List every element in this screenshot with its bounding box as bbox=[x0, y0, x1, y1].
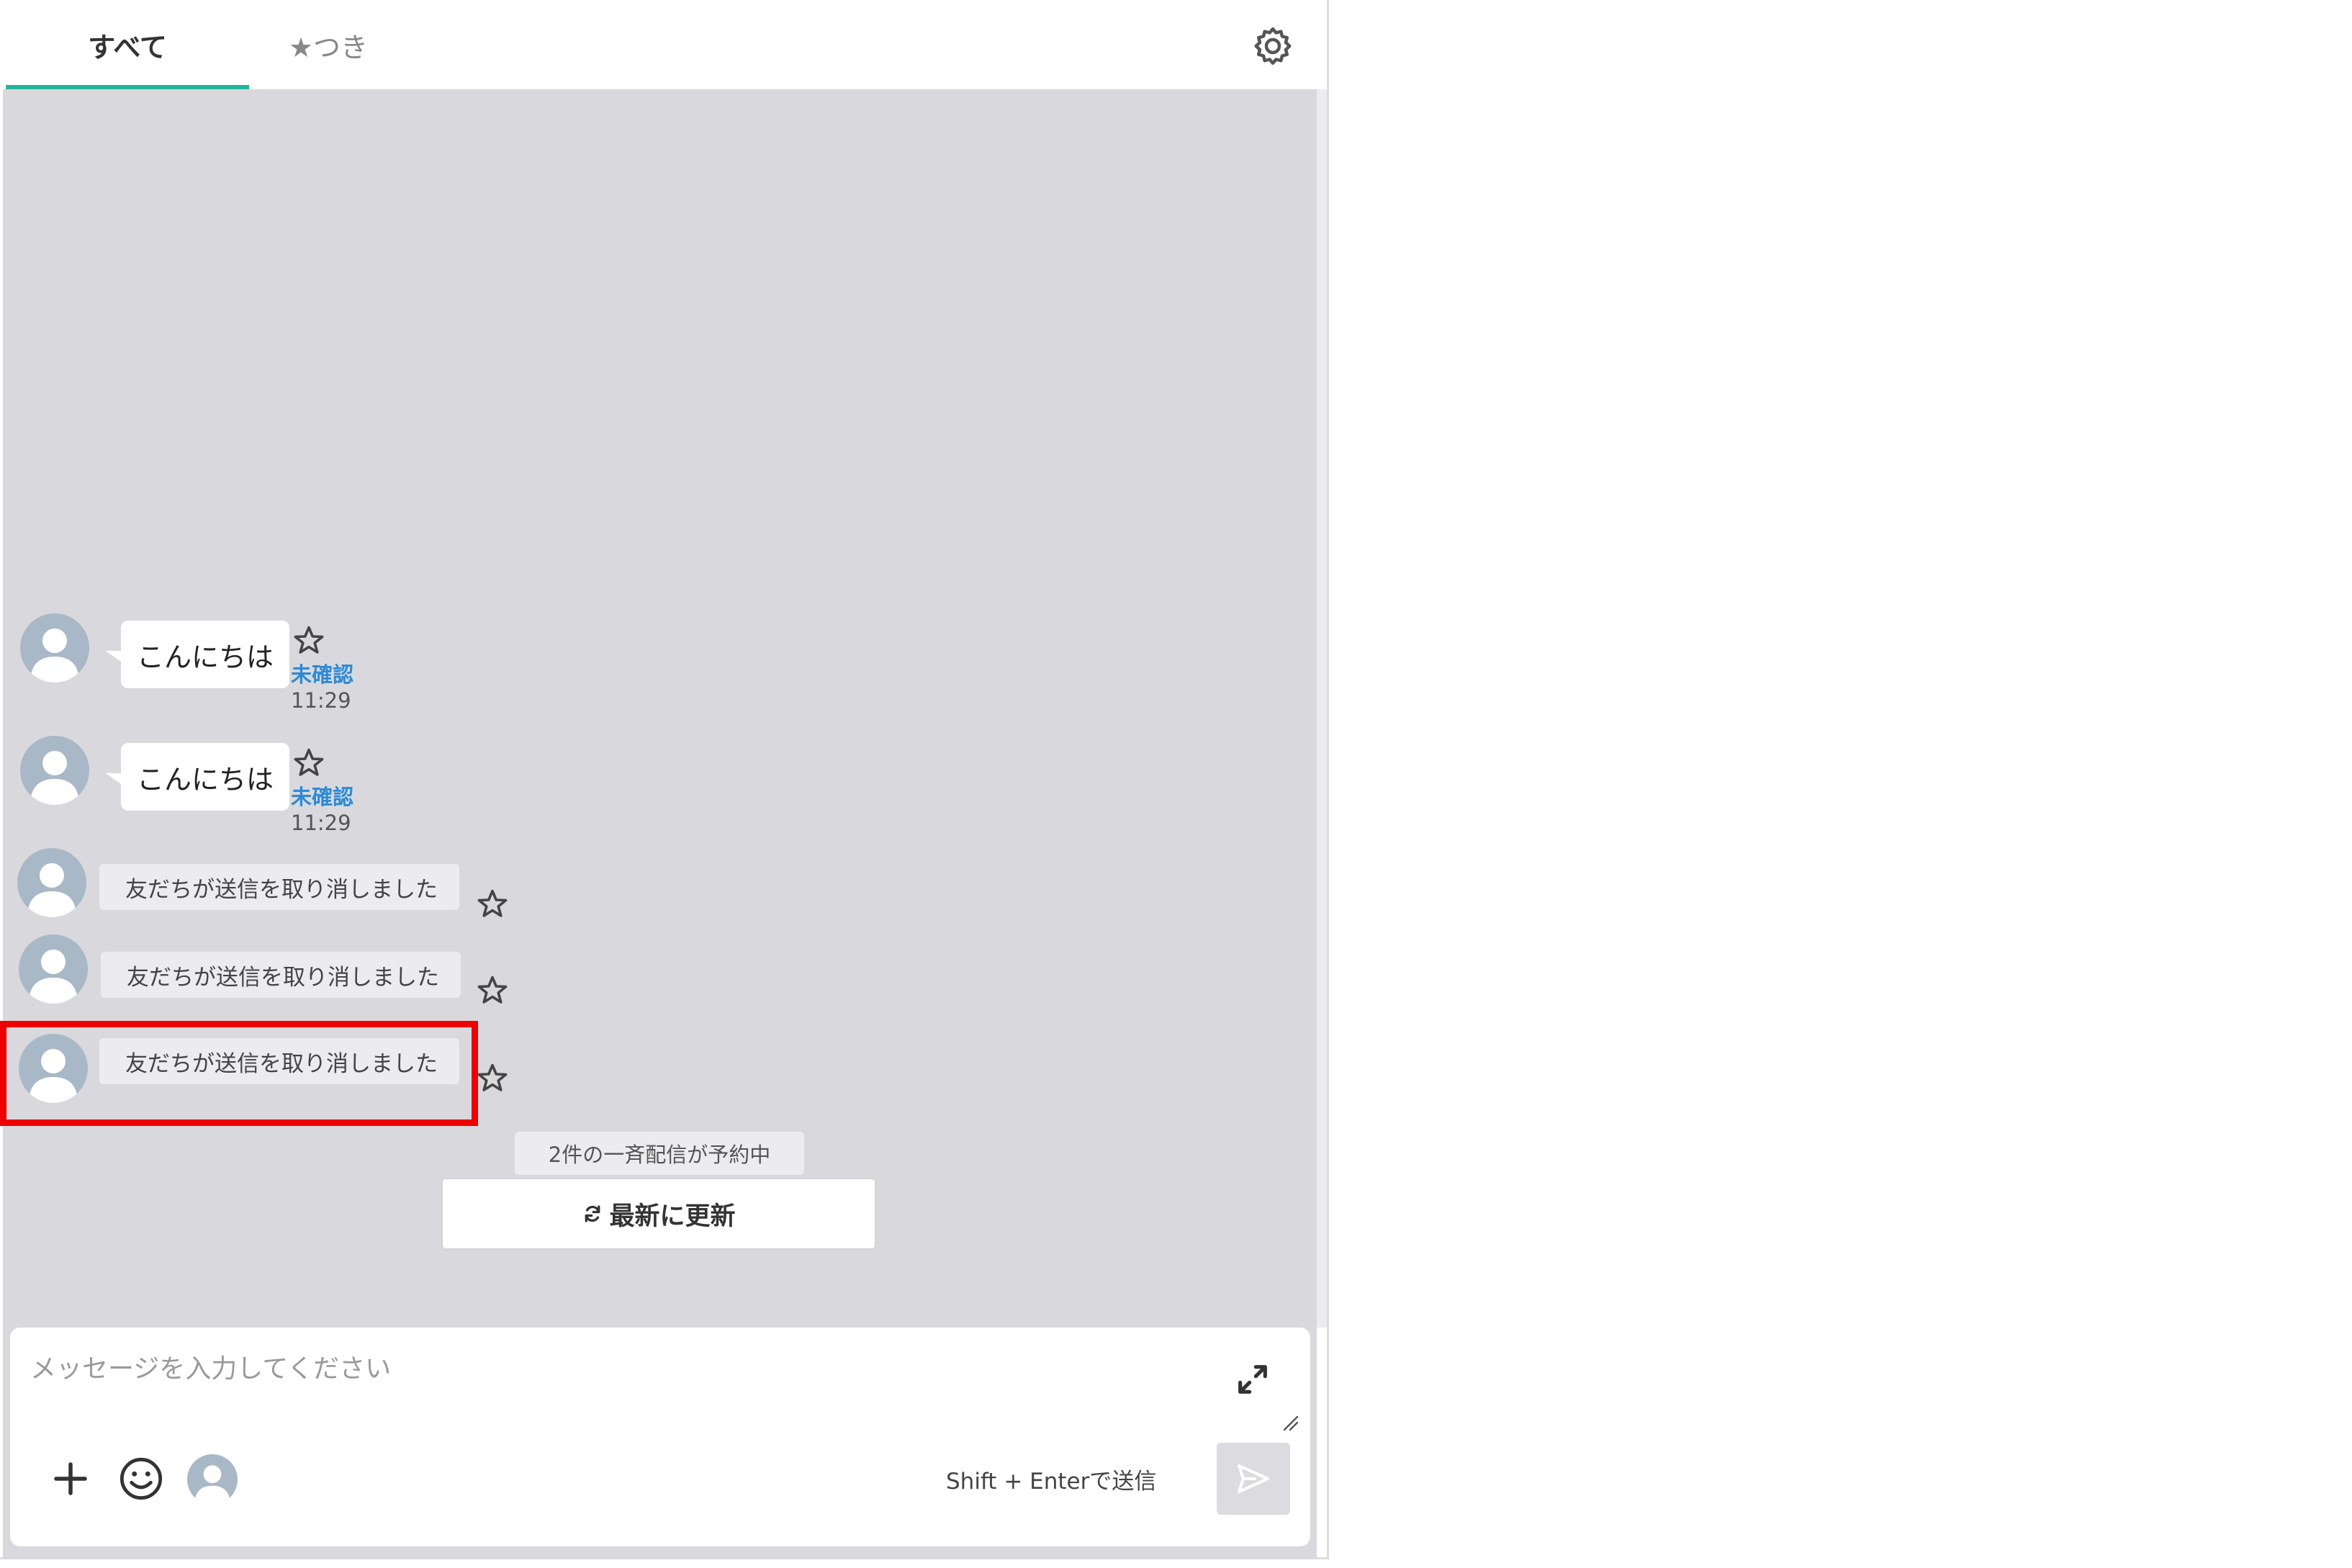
tab-starred[interactable]: ★つき bbox=[249, 0, 407, 89]
resize-handle-icon[interactable] bbox=[1281, 1414, 1299, 1431]
star-outline-icon[interactable] bbox=[292, 746, 326, 780]
message-time: 11:29 bbox=[291, 811, 351, 835]
emoji-icon[interactable] bbox=[118, 1456, 164, 1502]
retracted-message: 友だちが送信を取り消しました bbox=[99, 864, 459, 910]
retracted-message: 友だちが送信を取り消しました bbox=[101, 952, 461, 998]
message-input[interactable] bbox=[29, 1346, 1212, 1414]
read-status: 未確認 bbox=[291, 662, 354, 687]
avatar[interactable] bbox=[20, 736, 89, 805]
read-status: 未確認 bbox=[291, 785, 354, 809]
expand-icon[interactable] bbox=[1234, 1361, 1271, 1398]
scrollbar[interactable] bbox=[1317, 89, 1327, 1328]
avatar[interactable] bbox=[19, 934, 88, 1004]
tab-all[interactable]: すべて bbox=[6, 0, 249, 89]
refresh-button[interactable]: 最新に更新 bbox=[441, 1178, 876, 1250]
chat-window: すべて ★つき こんにちは 未確認 11:29 こんにちは 未確認 11:29 … bbox=[0, 0, 1329, 1559]
profile-avatar-icon[interactable] bbox=[187, 1454, 238, 1505]
send-button[interactable] bbox=[1217, 1443, 1290, 1515]
composer: Shift + Enterで送信 bbox=[10, 1328, 1310, 1546]
message-bubble[interactable]: こんにちは bbox=[121, 621, 290, 688]
star-outline-icon[interactable] bbox=[475, 887, 510, 922]
message-bubble[interactable]: こんにちは bbox=[121, 743, 290, 811]
broadcast-notice: 2件の一斉配信が予約中 bbox=[515, 1132, 804, 1175]
avatar[interactable] bbox=[20, 613, 89, 682]
star-outline-icon[interactable] bbox=[292, 623, 326, 658]
star-outline-icon[interactable] bbox=[475, 1061, 510, 1096]
refresh-label: 最新に更新 bbox=[609, 1202, 736, 1231]
send-hint: Shift + Enterで送信 bbox=[946, 1469, 1157, 1495]
avatar[interactable] bbox=[17, 848, 86, 917]
star-outline-icon[interactable] bbox=[475, 973, 510, 1008]
message-time: 11:29 bbox=[291, 688, 351, 713]
refresh-icon bbox=[585, 1205, 600, 1222]
header-bar: すべて ★つき bbox=[0, 0, 1327, 89]
highlight-box bbox=[0, 1021, 478, 1126]
send-icon bbox=[1238, 1464, 1269, 1493]
add-icon[interactable] bbox=[49, 1457, 92, 1500]
gear-icon[interactable] bbox=[1251, 24, 1294, 68]
